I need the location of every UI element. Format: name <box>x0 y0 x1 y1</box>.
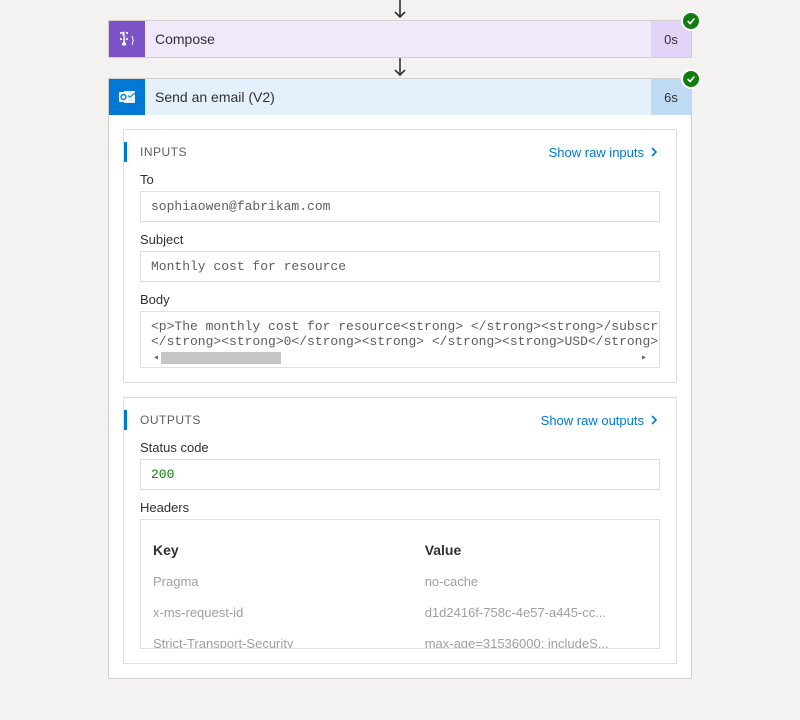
to-label: To <box>140 172 660 187</box>
inputs-section: INPUTS Show raw inputs To sophiaowen@fab… <box>123 129 677 383</box>
svg-text:{ }: { } <box>122 34 135 46</box>
body-label: Body <box>140 292 660 307</box>
outlook-icon <box>109 79 145 115</box>
chevron-right-icon <box>648 414 660 426</box>
scroll-right-icon[interactable]: ▸ <box>639 352 649 364</box>
success-badge-icon <box>681 69 701 89</box>
success-badge-icon <box>681 11 701 31</box>
inputs-title: INPUTS <box>140 145 187 159</box>
body-horizontal-scrollbar[interactable]: ◂ ▸ <box>151 351 649 365</box>
body-value[interactable]: <p>The monthly cost for resource<strong>… <box>140 311 660 368</box>
outputs-section: OUTPUTS Show raw outputs Status code 200… <box>123 397 677 664</box>
outputs-title: OUTPUTS <box>140 413 201 427</box>
show-raw-outputs-link[interactable]: Show raw outputs <box>541 413 660 428</box>
status-code-value[interactable]: 200 <box>140 459 660 490</box>
subject-label: Subject <box>140 232 660 247</box>
headers-table[interactable]: Key Value Pragma no-cache x-ms-request-i… <box>140 519 660 649</box>
headers-key-heading: Key <box>153 542 425 558</box>
subject-value[interactable]: Monthly cost for resource <box>140 251 660 282</box>
table-row: Pragma no-cache <box>153 566 647 597</box>
chevron-right-icon <box>648 146 660 158</box>
flow-arrow-icon <box>108 0 692 20</box>
table-row: x-ms-request-id d1d2416f-758c-4e57-a445-… <box>153 597 647 628</box>
compose-icon: { } <box>109 21 145 57</box>
compose-title: Compose <box>145 21 651 57</box>
headers-value-heading: Value <box>425 542 647 558</box>
scroll-left-icon[interactable]: ◂ <box>151 352 161 364</box>
flow-arrow-icon <box>108 58 692 78</box>
to-value[interactable]: sophiaowen@fabrikam.com <box>140 191 660 222</box>
send-email-title: Send an email (V2) <box>145 79 651 115</box>
show-raw-inputs-link[interactable]: Show raw inputs <box>549 145 660 160</box>
compose-step-card[interactable]: { } Compose 0s <box>108 20 692 58</box>
send-email-step-card[interactable]: Send an email (V2) 6s INPUTS Show raw in… <box>108 78 692 679</box>
status-code-label: Status code <box>140 440 660 455</box>
table-row: Strict-Transport-Security max-age=315360… <box>153 628 647 649</box>
headers-label: Headers <box>140 500 660 515</box>
